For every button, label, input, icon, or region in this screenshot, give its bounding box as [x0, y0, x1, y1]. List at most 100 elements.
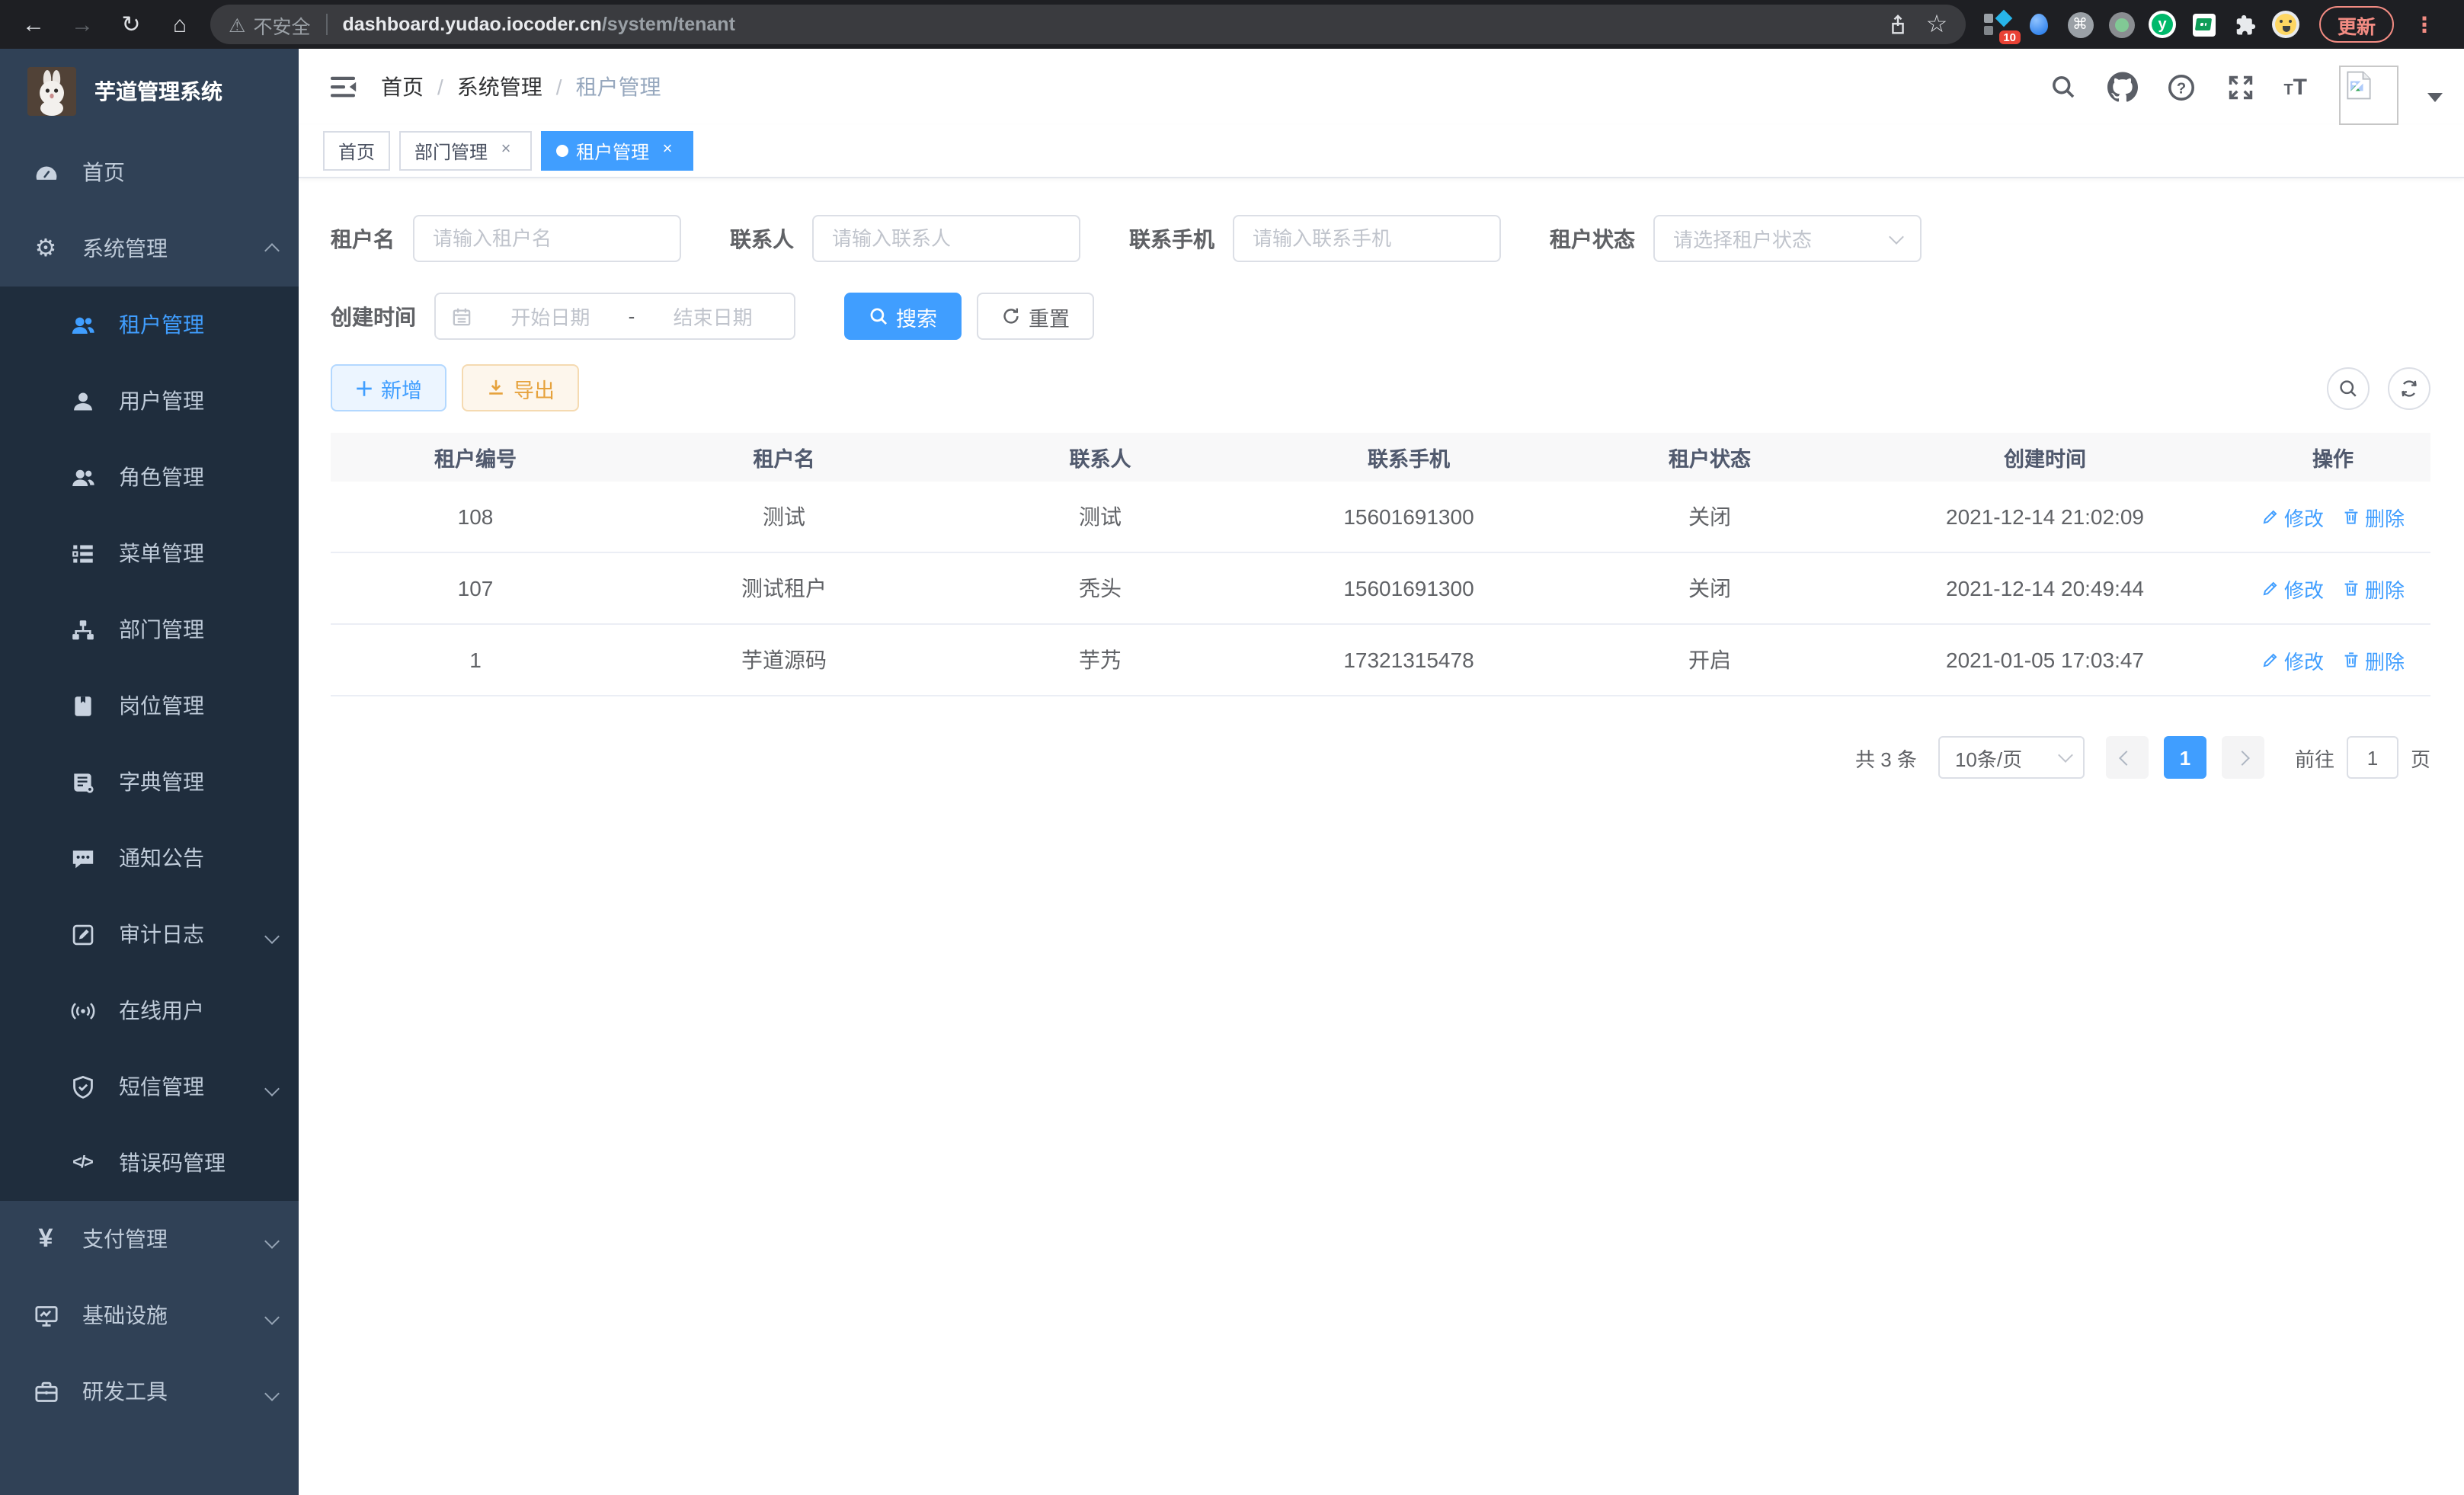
- system-submenu: 租户管理 用户管理 角色管理: [0, 287, 299, 1201]
- sidebar-item-audit-log[interactable]: 审计日志: [0, 896, 299, 972]
- date-range-picker[interactable]: 开始日期 - 结束日期: [434, 293, 795, 340]
- table-search-toggle-button[interactable]: [2327, 367, 2370, 409]
- yuque-extension-icon[interactable]: y: [2149, 11, 2176, 38]
- close-icon[interactable]: ×: [657, 140, 678, 162]
- help-icon[interactable]: ?: [2165, 70, 2198, 104]
- page-number-1[interactable]: 1: [2164, 736, 2206, 779]
- bookmark-star-icon[interactable]: ☆: [1917, 5, 1957, 44]
- tenant-name-input[interactable]: [413, 215, 681, 262]
- chat-extension-icon[interactable]: [2190, 11, 2217, 38]
- navbar: 首页 / 系统管理 / 租户管理 ?: [299, 49, 2464, 125]
- delete-link[interactable]: 删除: [2342, 645, 2405, 674]
- sidebar-item-role[interactable]: 角色管理: [0, 439, 299, 515]
- search-icon: [2338, 377, 2359, 399]
- prev-page-button[interactable]: [2106, 736, 2149, 779]
- contact-input-field[interactable]: [832, 227, 1061, 250]
- sidebar-item-payment[interactable]: ¥ 支付管理: [0, 1201, 299, 1277]
- sidebar-item-user[interactable]: 用户管理: [0, 363, 299, 439]
- github-icon[interactable]: [2105, 70, 2139, 104]
- browser-menu-icon[interactable]: ⋮: [2408, 11, 2441, 37]
- cell-tenant-id: 107: [331, 553, 620, 625]
- pagination: 共 3 条 10条/页 1 前往 页: [331, 736, 2430, 779]
- chevron-down-icon: [1889, 229, 1904, 244]
- delete-link[interactable]: 删除: [2342, 574, 2405, 603]
- address-bar[interactable]: ⚠ 不安全 dashboard.yudao.iocoder.cn/system/…: [210, 5, 1966, 44]
- sidebar-item-menu[interactable]: 菜单管理: [0, 515, 299, 591]
- trash-icon: [2342, 507, 2360, 526]
- fullscreen-icon[interactable]: [2224, 70, 2258, 104]
- dict-book-icon: [67, 767, 98, 797]
- edit-link[interactable]: 修改: [2261, 645, 2324, 674]
- reload-button[interactable]: ↻: [110, 5, 152, 44]
- site-security[interactable]: ⚠ 不安全: [229, 10, 310, 39]
- edit-link[interactable]: 修改: [2261, 574, 2324, 603]
- filter-mobile: 联系手机: [1129, 215, 1501, 262]
- hamburger-icon[interactable]: [317, 59, 372, 114]
- avatar-caret-icon[interactable]: [2427, 93, 2443, 102]
- breadcrumb-system[interactable]: 系统管理: [457, 72, 542, 102]
- puzzle-extensions-icon[interactable]: [2231, 11, 2258, 38]
- goto-page-input[interactable]: [2347, 736, 2398, 779]
- mobile-input[interactable]: [1233, 215, 1501, 262]
- tab-label: 租户管理: [576, 138, 649, 164]
- tab-dept[interactable]: 部门管理 ×: [399, 131, 532, 171]
- export-button[interactable]: 导出: [462, 364, 579, 411]
- error-code-icon: </>: [67, 1148, 98, 1178]
- avatar[interactable]: [2339, 65, 2398, 124]
- sidebar-item-dict[interactable]: 字典管理: [0, 744, 299, 820]
- mobile-input-field[interactable]: [1253, 227, 1481, 250]
- url-host: dashboard.yudao.iocoder.cn: [342, 14, 601, 35]
- header-search-icon[interactable]: [2046, 70, 2079, 104]
- sidebar-item-dept[interactable]: 部门管理: [0, 591, 299, 667]
- contact-input[interactable]: [812, 215, 1080, 262]
- search-button[interactable]: 搜索: [844, 293, 962, 340]
- chrome-update-button[interactable]: 更新: [2319, 6, 2394, 43]
- breadcrumb-home[interactable]: 首页: [381, 72, 424, 102]
- filter-label: 租户名: [331, 223, 395, 254]
- sidebar-logo-row[interactable]: 芋道管理系统: [0, 49, 299, 134]
- date-start-placeholder: 开始日期: [485, 302, 616, 331]
- sidebar-item-post[interactable]: 岗位管理: [0, 667, 299, 744]
- next-page-button[interactable]: [2222, 736, 2264, 779]
- chevron-up-icon: [267, 236, 277, 261]
- table-refresh-button[interactable]: [2388, 367, 2430, 409]
- column-header: 操作: [2235, 433, 2430, 482]
- add-button[interactable]: 新增: [331, 364, 446, 411]
- sidebar-item-notice[interactable]: 通知公告: [0, 820, 299, 896]
- font-size-icon[interactable]: TT: [2283, 75, 2307, 98]
- edit-link[interactable]: 修改: [2261, 502, 2324, 531]
- delete-link[interactable]: 删除: [2342, 502, 2405, 531]
- share-icon[interactable]: [1877, 5, 1917, 44]
- back-button[interactable]: ←: [12, 5, 55, 44]
- forward-button[interactable]: →: [61, 5, 104, 44]
- sidebar-item-system[interactable]: ⚙ 系统管理: [0, 210, 299, 287]
- cell-created: 2021-12-14 21:02:09: [1854, 482, 2235, 553]
- status-select[interactable]: 请选择租户状态: [1653, 215, 1922, 262]
- dashboard-icon: [30, 157, 61, 187]
- plus-icon: [355, 379, 373, 397]
- command-extension-icon[interactable]: ⌘: [2066, 11, 2094, 38]
- close-icon[interactable]: ×: [495, 140, 517, 162]
- tenant-table: 租户编号 租户名 联系人 联系手机 租户状态 创建时间 操作 108 测试 测试…: [331, 433, 2430, 696]
- cell-status: 关闭: [1565, 482, 1854, 553]
- sidebar-item-home[interactable]: 首页: [0, 134, 299, 210]
- tenant-name-input-field[interactable]: [433, 227, 661, 250]
- sidebar-item-devtools[interactable]: 研发工具: [0, 1353, 299, 1429]
- sidebar-item-online-users[interactable]: 在线用户: [0, 972, 299, 1048]
- sidebar-item-infra[interactable]: 基础设施: [0, 1277, 299, 1353]
- balloon-extension-icon[interactable]: [2025, 11, 2053, 38]
- reset-button[interactable]: 重置: [977, 293, 1094, 340]
- recorder-extension-icon[interactable]: [2107, 11, 2135, 38]
- page-size-select[interactable]: 10条/页: [1938, 736, 2085, 779]
- sidebar-item-label: 用户管理: [119, 386, 204, 416]
- sidebar-item-error-code[interactable]: </> 错误码管理: [0, 1125, 299, 1201]
- filter-tenant-name: 租户名: [331, 215, 681, 262]
- filter-label: 租户状态: [1550, 223, 1635, 254]
- tab-tenant[interactable]: 租户管理 ×: [541, 131, 693, 171]
- sidebar-item-sms[interactable]: 短信管理: [0, 1048, 299, 1125]
- home-button[interactable]: ⌂: [158, 5, 201, 44]
- emoji-extension-icon[interactable]: [2272, 11, 2299, 38]
- sidebar-item-tenant[interactable]: 租户管理: [0, 287, 299, 363]
- extension-badge-icon[interactable]: 10: [1984, 11, 2011, 38]
- tab-home[interactable]: 首页: [323, 131, 390, 171]
